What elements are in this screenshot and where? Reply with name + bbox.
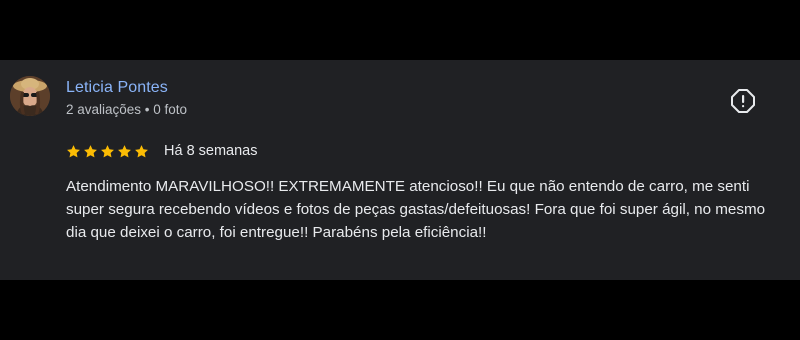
star-rating (66, 144, 149, 159)
reviewer-avatar[interactable] (10, 76, 50, 116)
star-icon (101, 144, 114, 157)
star-icon (84, 144, 97, 157)
report-icon (731, 89, 755, 113)
star-icon (67, 144, 80, 157)
star-icon (135, 144, 148, 157)
star-icon (118, 144, 131, 157)
review-date: Há 8 semanas (164, 143, 258, 159)
rating-row: Há 8 semanas (66, 140, 258, 162)
reviewer-name[interactable]: Leticia Pontes (66, 78, 168, 98)
report-review-button[interactable] (730, 88, 756, 114)
review-text: Atendimento MARAVILHOSO!! EXTREMAMENTE a… (66, 178, 766, 241)
review-card: Leticia Pontes 2 avaliações • 0 foto Há … (0, 60, 800, 280)
reviewer-meta: 2 avaliações • 0 foto (66, 102, 188, 117)
page-background: Leticia Pontes 2 avaliações • 0 foto Há … (0, 0, 800, 340)
